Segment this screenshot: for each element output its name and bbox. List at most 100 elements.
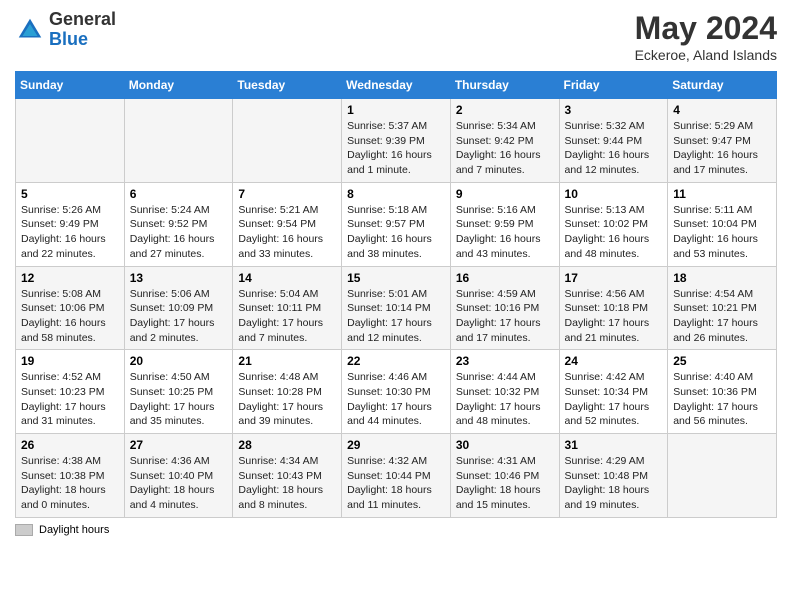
day-cell: 16 Sunrise: 4:59 AM Sunset: 10:16 PM Dayl… <box>450 266 559 350</box>
week-row-5: 26Sunrise: 4:38 AM Sunset: 10:38 PM Dayl… <box>16 434 777 518</box>
day-number: 17 <box>565 271 663 285</box>
day-cell: 25Sunrise: 4:40 AM Sunset: 10:36 PM Dayl… <box>668 350 777 434</box>
day-cell: 5Sunrise: 5:26 AM Sunset: 9:49 PM Daylig… <box>16 182 125 266</box>
day-cell: 3 Sunrise: 5:32 AM Sunset: 9:44 PM Daylig… <box>559 99 668 183</box>
day-info: Sunrise: 5:11 AM Sunset: 10:04 PM Daylig… <box>673 203 771 262</box>
day-number: 19 <box>21 354 119 368</box>
legend-label: Daylight hours <box>39 524 109 536</box>
week-row-4: 19 Sunrise: 4:52 AM Sunset: 10:23 PM Dayl… <box>16 350 777 434</box>
logo-blue-text: Blue <box>49 30 116 50</box>
day-cell: 1 Sunrise: 5:37 AM Sunset: 9:39 PM Daylig… <box>342 99 451 183</box>
day-cell: 31Sunrise: 4:29 AM Sunset: 10:48 PM Dayl… <box>559 434 668 518</box>
day-cell: 14Sunrise: 5:04 AM Sunset: 10:11 PM Dayl… <box>233 266 342 350</box>
day-cell: 27 Sunrise: 4:36 AM Sunset: 10:40 PM Dayl… <box>124 434 233 518</box>
day-info: Sunrise: 4:34 AM Sunset: 10:43 PM Daylig… <box>238 454 336 513</box>
day-number: 1 <box>347 103 445 117</box>
header-monday: Monday <box>124 72 233 99</box>
day-cell: 26Sunrise: 4:38 AM Sunset: 10:38 PM Dayl… <box>16 434 125 518</box>
day-number: 16 <box>456 271 554 285</box>
day-info: Sunrise: 5:08 AM Sunset: 10:06 PM Daylig… <box>21 287 119 346</box>
day-number: 5 <box>21 187 119 201</box>
title-block: May 2024 Eckeroe, Aland Islands <box>635 10 777 63</box>
day-info: Sunrise: 4:31 AM Sunset: 10:46 PM Daylig… <box>456 454 554 513</box>
day-info: Sunrise: 5:24 AM Sunset: 9:52 PM Dayligh… <box>130 203 228 262</box>
day-number: 13 <box>130 271 228 285</box>
day-number: 8 <box>347 187 445 201</box>
day-number: 9 <box>456 187 554 201</box>
header-friday: Friday <box>559 72 668 99</box>
header-sunday: Sunday <box>16 72 125 99</box>
day-info: Sunrise: 5:34 AM Sunset: 9:42 PM Dayligh… <box>456 119 554 178</box>
day-number: 15 <box>347 271 445 285</box>
day-number: 26 <box>21 438 119 452</box>
day-info: Sunrise: 5:04 AM Sunset: 10:11 PM Daylig… <box>238 287 336 346</box>
day-number: 2 <box>456 103 554 117</box>
day-info: Sunrise: 4:36 AM Sunset: 10:40 PM Daylig… <box>130 454 228 513</box>
logo-text: General Blue <box>49 10 116 50</box>
title-month: May 2024 <box>635 10 777 47</box>
day-cell: 21 Sunrise: 4:48 AM Sunset: 10:28 PM Dayl… <box>233 350 342 434</box>
day-cell: 22Sunrise: 4:46 AM Sunset: 10:30 PM Dayl… <box>342 350 451 434</box>
day-number: 30 <box>456 438 554 452</box>
header-wednesday: Wednesday <box>342 72 451 99</box>
day-cell: 15Sunrise: 5:01 AM Sunset: 10:14 PM Dayl… <box>342 266 451 350</box>
day-info: Sunrise: 4:54 AM Sunset: 10:21 PM Daylig… <box>673 287 771 346</box>
header-saturday: Saturday <box>668 72 777 99</box>
day-info: Sunrise: 4:46 AM Sunset: 10:30 PM Daylig… <box>347 370 445 429</box>
day-number: 31 <box>565 438 663 452</box>
day-cell: 19 Sunrise: 4:52 AM Sunset: 10:23 PM Dayl… <box>16 350 125 434</box>
day-cell: 8 Sunrise: 5:18 AM Sunset: 9:57 PM Daylig… <box>342 182 451 266</box>
day-info: Sunrise: 4:44 AM Sunset: 10:32 PM Daylig… <box>456 370 554 429</box>
calendar-header: SundayMondayTuesdayWednesdayThursdayFrid… <box>16 72 777 99</box>
day-cell: 9 Sunrise: 5:16 AM Sunset: 9:59 PM Daylig… <box>450 182 559 266</box>
day-number: 24 <box>565 354 663 368</box>
logo-icon <box>15 15 45 45</box>
day-cell: 13Sunrise: 5:06 AM Sunset: 10:09 PM Dayl… <box>124 266 233 350</box>
header-tuesday: Tuesday <box>233 72 342 99</box>
calendar-body: 1 Sunrise: 5:37 AM Sunset: 9:39 PM Daylig… <box>16 99 777 518</box>
day-info: Sunrise: 4:52 AM Sunset: 10:23 PM Daylig… <box>21 370 119 429</box>
header-thursday: Thursday <box>450 72 559 99</box>
day-cell: 30 Sunrise: 4:31 AM Sunset: 10:46 PM Dayl… <box>450 434 559 518</box>
week-row-1: 1 Sunrise: 5:37 AM Sunset: 9:39 PM Daylig… <box>16 99 777 183</box>
day-info: Sunrise: 4:59 AM Sunset: 10:16 PM Daylig… <box>456 287 554 346</box>
day-number: 20 <box>130 354 228 368</box>
logo-general-text: General <box>49 10 116 30</box>
footer: Daylight hours <box>15 524 777 536</box>
day-cell: 4Sunrise: 5:29 AM Sunset: 9:47 PM Daylig… <box>668 99 777 183</box>
day-cell: 6Sunrise: 5:24 AM Sunset: 9:52 PM Daylig… <box>124 182 233 266</box>
day-number: 7 <box>238 187 336 201</box>
day-info: Sunrise: 5:18 AM Sunset: 9:57 PM Dayligh… <box>347 203 445 262</box>
day-cell: 23Sunrise: 4:44 AM Sunset: 10:32 PM Dayl… <box>450 350 559 434</box>
day-number: 21 <box>238 354 336 368</box>
week-row-3: 12 Sunrise: 5:08 AM Sunset: 10:06 PM Dayl… <box>16 266 777 350</box>
day-cell: 10 Sunrise: 5:13 AM Sunset: 10:02 PM Dayl… <box>559 182 668 266</box>
day-info: Sunrise: 4:48 AM Sunset: 10:28 PM Daylig… <box>238 370 336 429</box>
day-info: Sunrise: 5:32 AM Sunset: 9:44 PM Dayligh… <box>565 119 663 178</box>
day-info: Sunrise: 5:13 AM Sunset: 10:02 PM Daylig… <box>565 203 663 262</box>
day-number: 29 <box>347 438 445 452</box>
day-info: Sunrise: 4:50 AM Sunset: 10:25 PM Daylig… <box>130 370 228 429</box>
legend-box <box>15 524 33 536</box>
day-info: Sunrise: 5:29 AM Sunset: 9:47 PM Dayligh… <box>673 119 771 178</box>
day-info: Sunrise: 5:37 AM Sunset: 9:39 PM Dayligh… <box>347 119 445 178</box>
day-info: Sunrise: 4:40 AM Sunset: 10:36 PM Daylig… <box>673 370 771 429</box>
day-info: Sunrise: 5:16 AM Sunset: 9:59 PM Dayligh… <box>456 203 554 262</box>
header: General Blue May 2024 Eckeroe, Aland Isl… <box>15 10 777 63</box>
day-info: Sunrise: 4:32 AM Sunset: 10:44 PM Daylig… <box>347 454 445 513</box>
day-cell: 7Sunrise: 5:21 AM Sunset: 9:54 PM Daylig… <box>233 182 342 266</box>
header-row: SundayMondayTuesdayWednesdayThursdayFrid… <box>16 72 777 99</box>
day-number: 11 <box>673 187 771 201</box>
day-cell: 2 Sunrise: 5:34 AM Sunset: 9:42 PM Daylig… <box>450 99 559 183</box>
day-cell: 17Sunrise: 4:56 AM Sunset: 10:18 PM Dayl… <box>559 266 668 350</box>
day-info: Sunrise: 4:42 AM Sunset: 10:34 PM Daylig… <box>565 370 663 429</box>
title-location: Eckeroe, Aland Islands <box>635 47 777 63</box>
day-cell: 29 Sunrise: 4:32 AM Sunset: 10:44 PM Dayl… <box>342 434 451 518</box>
day-cell: 18 Sunrise: 4:54 AM Sunset: 10:21 PM Dayl… <box>668 266 777 350</box>
day-number: 10 <box>565 187 663 201</box>
day-cell: 12 Sunrise: 5:08 AM Sunset: 10:06 PM Dayl… <box>16 266 125 350</box>
day-number: 27 <box>130 438 228 452</box>
day-number: 18 <box>673 271 771 285</box>
day-number: 12 <box>21 271 119 285</box>
day-number: 3 <box>565 103 663 117</box>
